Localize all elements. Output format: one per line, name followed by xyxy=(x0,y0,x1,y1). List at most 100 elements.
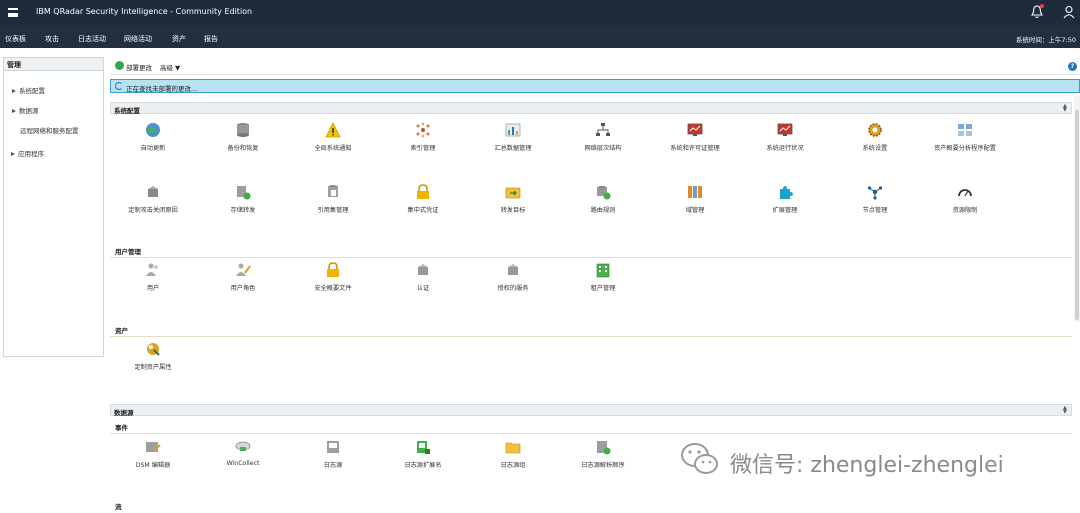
event-tile-1[interactable]: WinCollect xyxy=(198,439,288,467)
parse-order-icon xyxy=(597,441,611,455)
deploy-changes-button[interactable]: 部署更改 xyxy=(126,62,152,72)
group-flows: 流 xyxy=(115,503,122,511)
deploy-icon[interactable] xyxy=(115,61,124,70)
help-icon[interactable]: ? xyxy=(1068,62,1077,71)
folder-icon xyxy=(505,442,521,454)
gear-icon xyxy=(868,123,882,137)
system2-tile-7[interactable]: 扩展管理 xyxy=(740,184,830,214)
event-tile-2[interactable]: 日志源 xyxy=(288,439,378,469)
route-icon xyxy=(597,186,611,200)
chart-icon xyxy=(505,123,521,137)
sidebar-item-data-sources[interactable]: 数据源 xyxy=(12,105,39,115)
refresh-icon xyxy=(115,82,123,90)
tab-assets[interactable]: 资产 xyxy=(172,34,186,44)
user-tile-label: 授权的服务 xyxy=(497,285,529,292)
system2-tile-label: 定制攻击关闭原因 xyxy=(128,207,178,214)
section-system-config[interactable]: 系统配置 ▲ ▼ xyxy=(110,102,1072,115)
user-icon[interactable] xyxy=(1063,5,1075,19)
user-tile-2[interactable]: 安全概要文件 xyxy=(288,262,378,292)
screens-icon xyxy=(958,124,972,136)
system-tile-4[interactable]: 汇总数据管理 xyxy=(468,122,558,152)
main-nav: 仪表板 攻击 日志活动 网络活动 资产 报告 系统时间：上午7:50 xyxy=(0,26,1080,48)
system-tile-7[interactable]: 系统运行状况 xyxy=(740,122,830,152)
system2-tile-2[interactable]: 引用集管理 xyxy=(288,184,378,214)
sidebar-item-system-config[interactable]: 系统配置 xyxy=(12,85,45,95)
logsource-icon xyxy=(327,441,339,453)
system2-tile-label: 引用集管理 xyxy=(317,207,349,214)
system-tile-label: 汇总数据管理 xyxy=(494,145,532,152)
qradar-admin-window: IBM QRadar Security Intelligence - Commu… xyxy=(0,0,1080,513)
folder-arrow-icon xyxy=(505,187,521,199)
collapse-toggle-icon[interactable]: ▲ ▼ xyxy=(1063,406,1069,415)
app-title: IBM QRadar Security Intelligence - Commu… xyxy=(36,7,253,16)
system-tile-label: 系统运行状况 xyxy=(766,145,804,152)
group-user-management: 用户管理 xyxy=(115,248,141,256)
user-tile-label: 认证 xyxy=(416,285,430,292)
event-tile-label: 日志源扩展名 xyxy=(404,462,442,469)
event-tile-label: 日志源组 xyxy=(500,462,526,469)
asset-tile-0[interactable]: 定制资产属性 xyxy=(108,341,198,371)
system2-tile-6[interactable]: 域管理 xyxy=(650,184,740,214)
event-tile-5[interactable]: 日志源解析顺序 xyxy=(558,439,648,469)
expand-arrow-icon xyxy=(12,109,16,113)
user-tile-1[interactable]: 用户角色 xyxy=(198,262,288,292)
wincollect-icon xyxy=(235,441,251,451)
scrollbar-thumb[interactable] xyxy=(1075,110,1079,320)
system-tile-8[interactable]: 系统设置 xyxy=(830,122,920,152)
system2-tile-8[interactable]: 节点管理 xyxy=(830,184,920,214)
notification-badge-icon xyxy=(1040,4,1044,8)
tab-reports[interactable]: 报告 xyxy=(204,34,218,44)
system2-tile-label: 存储转发 xyxy=(230,207,256,214)
system2-tile-5[interactable]: 路由规则 xyxy=(558,184,648,214)
event-tile-3[interactable]: 日志源扩展名 xyxy=(378,439,468,469)
sidebar-item-apps[interactable]: 应用程序 xyxy=(11,148,44,158)
system-tile-9[interactable]: 资产概要分析程序配置 xyxy=(920,122,1010,152)
notice-text: 正在查找未部署的更改... xyxy=(126,85,198,93)
logsource-ext-icon xyxy=(417,441,430,454)
advanced-menu-button[interactable]: 高级 ▼ xyxy=(160,62,180,72)
user-tile-3[interactable]: 认证 xyxy=(378,262,468,292)
system-tile-3[interactable]: 索引管理 xyxy=(378,122,468,152)
monitor-icon xyxy=(687,123,703,136)
collapse-toggle-icon[interactable]: ▲ ▼ xyxy=(1063,104,1069,113)
system2-tile-label: 扩展管理 xyxy=(772,207,798,214)
system-tile-1[interactable]: 备份和恢复 xyxy=(198,122,288,152)
user-edit-icon xyxy=(236,263,251,276)
watermark-text: 微信号: zhenglei-zhenglei xyxy=(730,453,1004,478)
sidebar-item-remote-networks[interactable]: 远程网络和服务配置 xyxy=(20,125,79,135)
dsm-icon xyxy=(146,442,161,452)
menu-icon[interactable] xyxy=(8,8,18,17)
deploy-notice-bar: 正在查找未部署的更改... xyxy=(110,79,1080,93)
system2-tile-0[interactable]: 定制攻击关闭原因 xyxy=(108,184,198,214)
tab-network-activity[interactable]: 网络活动 xyxy=(124,34,152,44)
tab-offenses[interactable]: 攻击 xyxy=(45,34,59,44)
section-title: 系统配置 xyxy=(114,107,140,115)
event-tile-label: WinCollect xyxy=(226,460,260,467)
domain-icon xyxy=(688,186,702,198)
database-icon xyxy=(237,123,249,137)
user-tile-4[interactable]: 授权的服务 xyxy=(468,262,558,292)
tab-log-activity[interactable]: 日志活动 xyxy=(78,34,106,44)
system-tile-label: 系统和许可证管理 xyxy=(670,145,720,152)
user-tile-5[interactable]: 租户管理 xyxy=(558,262,648,292)
event-tile-label: 日志源解析顺序 xyxy=(581,462,625,469)
system-tile-0[interactable]: 自动更新 xyxy=(108,122,198,152)
event-tile-4[interactable]: 日志源组 xyxy=(468,439,558,469)
system2-tile-3[interactable]: 集中式凭证 xyxy=(378,184,468,214)
box-gray-icon xyxy=(418,264,428,275)
system2-tile-9[interactable]: 资源限制 xyxy=(920,184,1010,214)
system-tile-6[interactable]: 系统和许可证管理 xyxy=(650,122,740,152)
monitor-icon xyxy=(777,123,793,136)
cylinder-doc-icon xyxy=(328,185,338,197)
tab-dashboard[interactable]: 仪表板 xyxy=(5,34,26,44)
system-tile-2[interactable]: 全局系统通知 xyxy=(288,122,378,152)
event-tile-0[interactable]: DSM 编辑器 xyxy=(108,439,198,469)
user-tile-label: 安全概要文件 xyxy=(314,285,352,292)
section-data-sources[interactable]: 数据源 ▲ ▼ xyxy=(110,404,1072,417)
system2-tile-1[interactable]: 存储转发 xyxy=(198,184,288,214)
user-tile-0[interactable]: 用户 xyxy=(108,262,198,292)
box-icon xyxy=(148,186,158,197)
system-tile-5[interactable]: 网络层次结构 xyxy=(558,122,648,152)
system2-tile-4[interactable]: 转发目标 xyxy=(468,184,558,214)
expand-arrow-icon xyxy=(11,152,15,156)
